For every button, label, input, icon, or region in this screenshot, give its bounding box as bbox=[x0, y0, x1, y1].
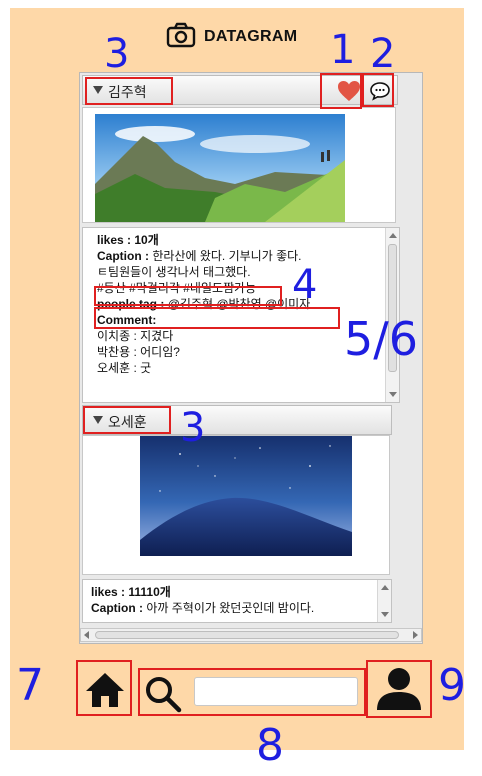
annotation-3: 3 bbox=[104, 31, 130, 77]
scroll-up-icon[interactable] bbox=[389, 233, 397, 238]
post-photo-area bbox=[82, 107, 396, 223]
annotation-3b: 3 bbox=[180, 405, 206, 451]
scroll-up-icon[interactable] bbox=[381, 585, 389, 590]
caption-line: Caption : 아까 주혁이가 왔던곳인데 밤이다. bbox=[91, 600, 314, 616]
highlight-hashtags bbox=[94, 286, 282, 306]
highlight-author-1 bbox=[85, 77, 173, 105]
comment-user: 박찬용 bbox=[97, 345, 131, 359]
caption-line-2: ㅌ팀원들이 생각나서 태그했다. bbox=[97, 265, 251, 279]
annotation-5-6: 5/6 bbox=[344, 312, 419, 366]
comment-user: 오세훈 bbox=[97, 361, 131, 375]
highlight-home bbox=[76, 660, 132, 716]
comment-text: 굿 bbox=[140, 361, 152, 375]
mountain-landscape-photo bbox=[95, 114, 345, 222]
highlight-comment bbox=[362, 73, 394, 107]
annotation-9: 9 bbox=[438, 660, 466, 711]
highlight-like bbox=[320, 73, 362, 109]
annotation-8: 8 bbox=[256, 720, 284, 771]
annotation-7: 7 bbox=[16, 660, 44, 711]
likes-count: 11110개 bbox=[128, 585, 171, 599]
likes-line: likes : 11110개 bbox=[91, 584, 314, 600]
comment-text: 지겼다 bbox=[140, 329, 174, 343]
annotation-4: 4 bbox=[292, 262, 318, 308]
caption-label: Caption : bbox=[91, 601, 143, 615]
highlight-profile bbox=[366, 660, 432, 718]
caption-label: Caption : bbox=[97, 249, 149, 263]
app-header: DATAGRAM bbox=[166, 22, 297, 52]
comment-text: 어디임? bbox=[140, 345, 180, 359]
post-photo-area bbox=[82, 435, 390, 575]
highlight-author-2 bbox=[83, 406, 171, 434]
scroll-right-icon[interactable] bbox=[413, 631, 418, 639]
scroll-thumb[interactable] bbox=[95, 631, 399, 639]
likes-line: likes : 10개 bbox=[97, 232, 310, 248]
comment-item: 이치종 : 지겼다 bbox=[97, 329, 174, 343]
caption-line: Caption : 한라산에 왔다. 기부니가 좋다. bbox=[97, 248, 310, 264]
caption-text: 아까 주혁이가 왔던곳인데 밤이다. bbox=[146, 601, 315, 615]
night-sky-photo bbox=[140, 436, 352, 556]
comment-item: 박찬용 : 어디임? bbox=[97, 345, 180, 359]
post-text-panel[interactable]: likes : 11110개 Caption : 아까 주혁이가 왔던곳인데 밤… bbox=[82, 579, 392, 623]
scroll-left-icon[interactable] bbox=[84, 631, 89, 639]
caption-text: 한라산에 왔다. 기부니가 좋다. bbox=[152, 249, 302, 263]
comment-user: 이치종 bbox=[97, 329, 131, 343]
likes-label: likes : bbox=[91, 585, 126, 599]
feed-horizontal-scrollbar[interactable] bbox=[80, 628, 422, 642]
likes-label: likes : bbox=[97, 233, 132, 247]
post-text-scrollbar[interactable] bbox=[377, 580, 391, 622]
highlight-search bbox=[138, 668, 366, 716]
annotation-1: 1 bbox=[330, 27, 356, 73]
highlight-people-tag bbox=[94, 307, 340, 329]
likes-count: 10개 bbox=[134, 233, 159, 247]
comment-item: 오세훈 : 굿 bbox=[97, 361, 152, 375]
annotation-2: 2 bbox=[370, 31, 396, 77]
app-title: DATAGRAM bbox=[204, 28, 298, 45]
scroll-down-icon[interactable] bbox=[389, 392, 397, 397]
scroll-down-icon[interactable] bbox=[381, 612, 389, 617]
camera-icon bbox=[166, 22, 196, 53]
